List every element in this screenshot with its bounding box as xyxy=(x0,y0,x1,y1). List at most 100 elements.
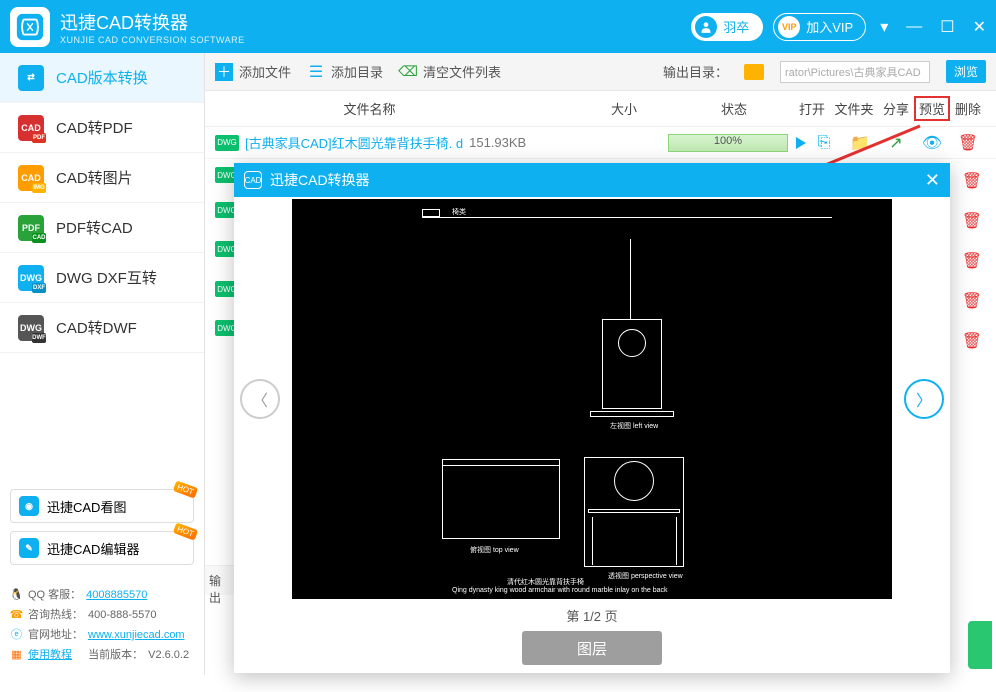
row-delete-column: 🗑 🗑 🗑 🗑 🗑 xyxy=(962,171,982,351)
share-icon[interactable]: ↗ xyxy=(878,133,914,153)
minimize-icon[interactable]: — xyxy=(906,18,922,36)
add-file-label: 添加文件 xyxy=(239,62,291,81)
play-icon[interactable] xyxy=(796,137,806,149)
column-header: 文件名称 大小 状态 打开 文件夹 分享 预览 删除 xyxy=(205,91,996,127)
nav-cad-version[interactable]: ⇄ CAD版本转换 xyxy=(0,53,204,103)
progress-text: 100% xyxy=(714,135,742,147)
app-subtitle: XUNJIE CAD CONVERSION SOFTWARE xyxy=(60,35,691,45)
nav-cad-image[interactable]: CADIMG CAD转图片 xyxy=(0,153,204,203)
output-label-truncated: 输出 xyxy=(205,565,235,595)
delete-icon[interactable]: 🗑 xyxy=(962,331,982,351)
cad-left-view-label: 左视图 left view xyxy=(610,421,658,431)
promo-viewer[interactable]: ◉ 迅捷CAD看图 HOT xyxy=(10,489,194,523)
nav-cad-pdf[interactable]: CADPDF CAD转PDF xyxy=(0,103,204,153)
preview-titlebar: CAD 迅捷CAD转换器 ✕ xyxy=(234,163,950,197)
nav-label: CAD转PDF xyxy=(56,117,133,138)
preview-eye-icon[interactable]: 👁 xyxy=(914,133,950,153)
user-pill[interactable]: 羽卒 xyxy=(691,13,763,41)
cad-caption: Qing dynasty king wood armchair with rou… xyxy=(452,587,668,594)
vip-button[interactable]: VIP 加入VIP xyxy=(773,13,866,41)
nav-label: PDF转CAD xyxy=(56,217,133,238)
next-page-button[interactable]: 〉 xyxy=(904,379,944,419)
add-file-button[interactable]: ＋ 添加文件 xyxy=(215,62,291,81)
open-folder-icon[interactable]: 📁 xyxy=(842,133,878,153)
clear-label: 清空文件列表 xyxy=(423,62,501,81)
clear-list-button[interactable]: ⌫ 清空文件列表 xyxy=(399,62,501,81)
browse-button[interactable]: 浏览 xyxy=(946,60,986,83)
col-status: 状态 xyxy=(674,99,794,118)
file-size: 151.93KB xyxy=(469,135,526,150)
hot-badge: HOT xyxy=(173,480,198,498)
cad-version-icon: ⇄ xyxy=(18,65,44,91)
col-open[interactable]: 打开 xyxy=(794,99,830,118)
window-controls: ▾ — ☐ ✕ xyxy=(880,17,986,37)
nav-label: CAD转图片 xyxy=(56,167,133,188)
col-delete[interactable]: 删除 xyxy=(950,99,986,118)
preview-modal: CAD 迅捷CAD转换器 ✕ 〈 椅类 左视图 left view xyxy=(234,163,950,673)
qq-link[interactable]: 4008885570 xyxy=(86,585,147,605)
nav-label: DWG DXF互转 xyxy=(56,267,157,288)
file-name: [古典家具CAD]红木圆光靠背扶手椅. d xyxy=(245,133,463,152)
page-indicator: 第 1/2 页 xyxy=(234,600,950,631)
progress-bar: 100% xyxy=(668,134,788,152)
output-path-input[interactable] xyxy=(780,61,930,83)
footer-info: 🐧QQ 客服：4008885570 ☎咨询热线：400-888-5570 ⓔ官网… xyxy=(0,581,204,675)
toolbar: ＋ 添加文件 ☰ 添加目录 ⌫ 清空文件列表 输出目录： 浏览 xyxy=(205,53,996,91)
col-share[interactable]: 分享 xyxy=(878,99,914,118)
site-link[interactable]: www.xunjiecad.com xyxy=(88,625,185,645)
col-preview[interactable]: 预览 xyxy=(914,96,950,121)
nav-pdf-cad[interactable]: PDFCAD PDF转CAD xyxy=(0,203,204,253)
tutorial-link[interactable]: 使用教程 xyxy=(28,645,72,665)
preview-close-icon[interactable]: ✕ xyxy=(925,170,940,191)
promo-editor[interactable]: ✎ 迅捷CAD编辑器 HOT xyxy=(10,531,194,565)
viewer-icon: ◉ xyxy=(19,496,39,516)
book-icon: ▦ xyxy=(10,649,23,662)
menu-dropdown-icon[interactable]: ▾ xyxy=(880,17,888,37)
qq-icon: 🐧 xyxy=(10,589,23,602)
preview-body: 〈 椅类 左视图 left view 俯视图 top view 透视图 pers… xyxy=(234,197,950,600)
delete-icon[interactable]: 🗑 xyxy=(950,133,986,153)
vip-badge-icon: VIP xyxy=(778,16,800,38)
output-dir-label: 输出目录： xyxy=(663,62,728,81)
cad-dwf-icon: DWGDWF xyxy=(18,315,44,341)
nav-label: CAD转DWF xyxy=(56,317,137,338)
editor-icon: ✎ xyxy=(19,538,39,558)
cad-image-icon: CADIMG xyxy=(18,165,44,191)
cad-canvas[interactable]: 椅类 左视图 left view 俯视图 top view 透视图 perspe… xyxy=(292,199,892,599)
clear-icon: ⌫ xyxy=(399,63,417,81)
add-dir-button[interactable]: ☰ 添加目录 xyxy=(307,62,383,81)
add-dir-label: 添加目录 xyxy=(331,62,383,81)
nav-dwg-dxf[interactable]: DWGDXF DWG DXF互转 xyxy=(0,253,204,303)
sidebar: ⇄ CAD版本转换 CADPDF CAD转PDF CADIMG CAD转图片 P… xyxy=(0,53,205,675)
col-folder[interactable]: 文件夹 xyxy=(830,99,878,118)
close-icon[interactable]: ✕ xyxy=(973,17,986,37)
convert-button-edge[interactable] xyxy=(968,621,992,669)
delete-icon[interactable]: 🗑 xyxy=(962,211,982,231)
maximize-icon[interactable]: ☐ xyxy=(940,17,954,37)
hotline-label: 咨询热线： xyxy=(28,605,83,625)
dwg-dxf-icon: DWGDXF xyxy=(18,265,44,291)
promo-label: 迅捷CAD编辑器 xyxy=(47,539,139,558)
add-dir-icon: ☰ xyxy=(307,63,325,81)
cad-pdf-icon: CADPDF xyxy=(18,115,44,141)
delete-icon[interactable]: 🗑 xyxy=(962,251,982,271)
folder-icon[interactable] xyxy=(744,64,764,80)
add-file-icon: ＋ xyxy=(215,63,233,81)
user-name: 羽卒 xyxy=(723,17,749,36)
vip-label: 加入VIP xyxy=(806,17,853,36)
hotline-val: 400-888-5570 xyxy=(88,605,157,625)
prev-page-button[interactable]: 〈 xyxy=(240,379,280,419)
open-file-icon[interactable]: ⎘ xyxy=(806,134,842,152)
cad-caption-cn: 清代红木圆光靠背扶手椅 xyxy=(507,577,584,587)
nav-list: ⇄ CAD版本转换 CADPDF CAD转PDF CADIMG CAD转图片 P… xyxy=(0,53,204,353)
dwg-badge: DWG xyxy=(215,135,239,151)
file-row[interactable]: DWG [古典家具CAD]红木圆光靠背扶手椅. d 151.93KB 100% … xyxy=(205,127,996,159)
delete-icon[interactable]: 🗑 xyxy=(962,291,982,311)
globe-icon: ⓔ xyxy=(10,629,23,642)
ver-val: V2.6.0.2 xyxy=(148,645,189,665)
delete-icon[interactable]: 🗑 xyxy=(962,171,982,191)
layer-button[interactable]: 图层 xyxy=(522,631,662,665)
col-size: 大小 xyxy=(574,99,674,118)
app-logo xyxy=(10,7,50,47)
nav-cad-dwf[interactable]: DWGDWF CAD转DWF xyxy=(0,303,204,353)
